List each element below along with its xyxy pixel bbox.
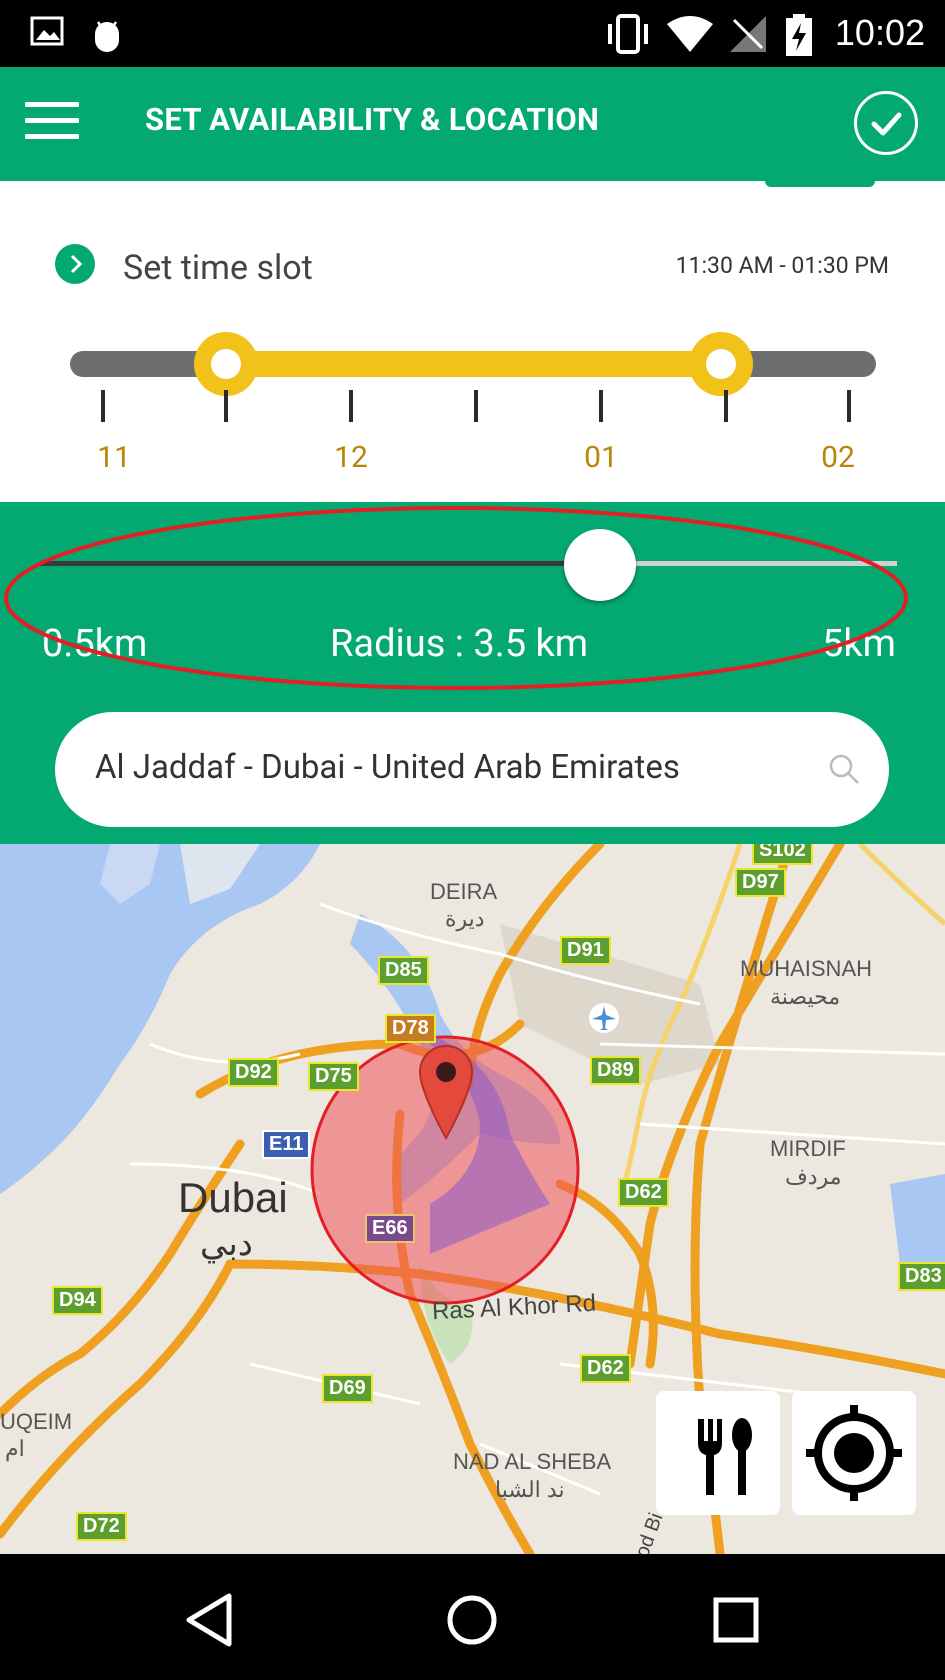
hour-label: 02 bbox=[821, 440, 855, 475]
route-shield: D69 bbox=[322, 1374, 373, 1403]
city-label: Dubai bbox=[178, 1174, 288, 1221]
search-icon[interactable] bbox=[827, 752, 861, 786]
back-icon[interactable] bbox=[183, 1592, 239, 1648]
hour-tick bbox=[349, 390, 353, 422]
airport-icon bbox=[589, 1003, 619, 1033]
hour-tick bbox=[847, 390, 851, 422]
time-slot-section: Set time slot 11:30 AM - 01:30 PM 11 12 … bbox=[0, 222, 945, 502]
time-slot-value: 11:30 AM - 01:30 PM bbox=[675, 252, 889, 279]
time-slot-label: Set time slot bbox=[123, 248, 313, 288]
city-label-arabic: دبي bbox=[200, 1225, 253, 1263]
start-time-handle[interactable] bbox=[194, 332, 258, 396]
location-pin-icon[interactable] bbox=[418, 1044, 474, 1140]
highlight-ellipse bbox=[4, 506, 908, 690]
home-icon[interactable] bbox=[444, 1592, 500, 1648]
confirm-button[interactable] bbox=[854, 91, 918, 155]
check-icon bbox=[871, 112, 902, 136]
menu-icon[interactable] bbox=[25, 102, 79, 144]
page-title: SET AVAILABILITY & LOCATION bbox=[145, 101, 600, 138]
hour-tick bbox=[474, 390, 478, 422]
my-location-button[interactable] bbox=[792, 1391, 916, 1515]
area-label: MIRDIF bbox=[770, 1136, 846, 1161]
area-label-arabic: ند الشبا bbox=[495, 1477, 565, 1502]
route-shield: E66 bbox=[365, 1214, 415, 1243]
hour-tick bbox=[599, 390, 603, 422]
restaurant-filter-button[interactable] bbox=[656, 1391, 780, 1515]
battery-charging-icon bbox=[786, 14, 812, 56]
vibrate-icon bbox=[608, 14, 648, 54]
route-shield: D78 bbox=[385, 1014, 436, 1043]
area-label-arabic: محيصنة bbox=[770, 984, 841, 1009]
search-input[interactable]: Al Jaddaf - Dubai - United Arab Emirates bbox=[95, 748, 680, 787]
area-label-arabic: ام bbox=[5, 1436, 25, 1461]
hour-label: 01 bbox=[584, 440, 618, 475]
app-bar: SET AVAILABILITY & LOCATION bbox=[0, 67, 945, 181]
map-view[interactable]: DEIRA ديرة MUHAISNAH محيصنة MIRDIF مردف … bbox=[0, 844, 945, 1554]
route-shield: D75 bbox=[308, 1062, 359, 1091]
android-debug-icon bbox=[95, 21, 119, 52]
area-label-arabic: ديرة bbox=[445, 906, 485, 931]
area-label: MUHAISNAH bbox=[740, 956, 873, 981]
hour-tick bbox=[101, 390, 105, 422]
time-range-selected bbox=[226, 351, 721, 377]
route-shield: D92 bbox=[228, 1058, 279, 1087]
route-shield: E11 bbox=[262, 1130, 311, 1159]
clock: 10:02 bbox=[834, 12, 925, 53]
gallery-notification-icon bbox=[30, 16, 64, 46]
route-shield: D62 bbox=[580, 1354, 631, 1383]
location-search-field[interactable]: Al Jaddaf - Dubai - United Arab Emirates bbox=[55, 712, 889, 827]
recents-icon[interactable] bbox=[708, 1592, 764, 1648]
chevron-right-icon bbox=[70, 254, 83, 274]
hour-tick bbox=[724, 390, 728, 422]
collapsed-pill bbox=[765, 181, 875, 187]
route-shield: D97 bbox=[735, 868, 786, 897]
collapsed-section-peek bbox=[0, 181, 945, 224]
route-shield: D85 bbox=[378, 956, 429, 985]
restaurant-icon bbox=[698, 1418, 752, 1495]
area-label-arabic: مردف bbox=[785, 1164, 842, 1189]
route-shield: D91 bbox=[560, 936, 611, 965]
end-time-handle[interactable] bbox=[689, 332, 753, 396]
route-shield: D94 bbox=[52, 1286, 103, 1315]
route-shield: D89 bbox=[590, 1056, 641, 1085]
expand-chevron-button[interactable] bbox=[55, 244, 95, 284]
navigation-bar bbox=[0, 1554, 945, 1680]
hour-label: 12 bbox=[334, 440, 368, 475]
hour-label: 11 bbox=[97, 440, 131, 475]
route-shield: S102 bbox=[752, 844, 813, 865]
area-label: UQEIM bbox=[0, 1409, 73, 1434]
route-shield: D72 bbox=[76, 1512, 127, 1541]
my-location-icon bbox=[806, 1405, 902, 1501]
hour-tick bbox=[224, 390, 228, 422]
radius-section: 0.5km Radius : 3.5 km 5km Al Jaddaf - Du… bbox=[0, 502, 945, 844]
route-shield: D62 bbox=[618, 1178, 669, 1207]
route-shield: D83 bbox=[898, 1262, 945, 1291]
no-signal-icon bbox=[730, 16, 766, 52]
area-label: DEIRA bbox=[430, 879, 498, 904]
wifi-icon bbox=[667, 16, 713, 52]
area-label: NAD AL SHEBA bbox=[453, 1449, 612, 1474]
status-bar: 10:02 bbox=[0, 0, 945, 67]
